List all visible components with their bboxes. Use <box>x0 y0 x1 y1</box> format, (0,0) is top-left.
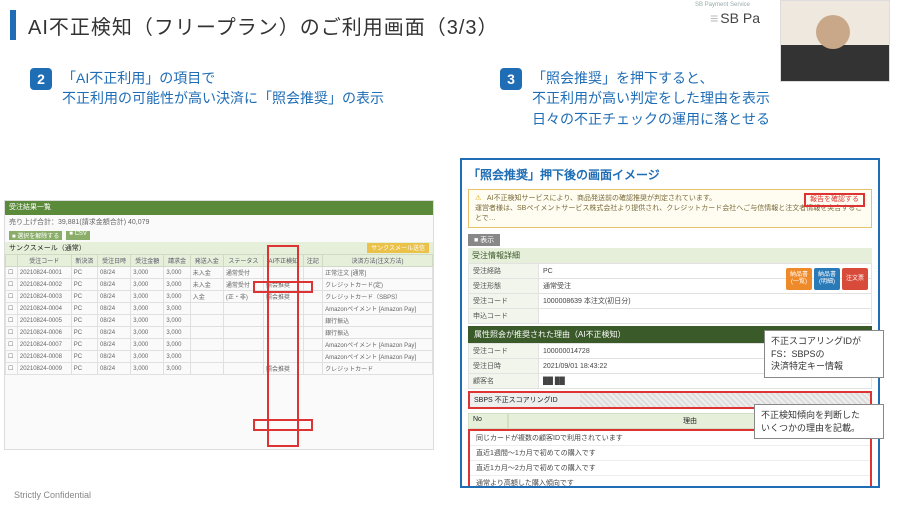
callout2-l2: いくつかの理由を記載。 <box>761 422 877 435</box>
table-row[interactable]: ☐20210824-0006PC08/243,0003,000銀行振込 <box>6 327 433 339</box>
step-3-text: 「照会推奨」を押下すると、 不正利用が高い判定をした理由を表示 日々の不正チェッ… <box>532 68 770 129</box>
order-list-title: 受注結果一覧 <box>5 201 433 215</box>
step-2-text: 「AI不正利用」の項目で 不正利用の可能性が高い決済に「照会推奨」の表示 <box>62 68 384 109</box>
col-note: 注記 <box>303 255 322 267</box>
title-row: AI不正検知（フリープラン）のご利用画面（3/3） <box>0 0 900 44</box>
reason-item: 直近1カ月～2カ月で初めての購入です <box>470 461 870 476</box>
display-tab[interactable]: ■ 表示 <box>468 234 500 246</box>
order-list-buttons: ■ 選択を解除する ■ CSV <box>5 229 433 242</box>
kv-route-key: 受注経路 <box>469 264 539 279</box>
step-2-line1: 「AI不正利用」の項目で <box>62 68 384 88</box>
brand-small: SB Payment Service <box>695 2 750 8</box>
chip-packing-detail[interactable]: 納品書 (明細) <box>814 268 840 290</box>
fkv-code-key: 受注コード <box>469 344 539 359</box>
warning-action-button[interactable]: 報告を確認する <box>804 193 865 207</box>
scoring-id-label: SBPS 不正スコアリングID <box>470 393 580 407</box>
col-amount: 受注金額 <box>131 255 164 267</box>
order-table: 受注コード 新決済 受注日時 受注金額 請求金 発送入金 ステータス AI不正検… <box>5 254 433 375</box>
kv-type-key: 受注形態 <box>469 279 539 294</box>
callout1-l2: FS：SBPSの <box>771 348 877 361</box>
step-2-badge: 2 <box>30 68 52 90</box>
col-code: 受注コード <box>17 255 71 267</box>
thanks-mail-send-button[interactable]: サンクスメール送信 <box>367 243 429 253</box>
steps-row: 2 「AI不正利用」の項目で 不正利用の可能性が高い決済に「照会推奨」の表示 3… <box>0 44 900 137</box>
table-row[interactable]: ☐20210824-0001PC08/243,0003,000未入金通常受付正常… <box>6 267 433 279</box>
callout-reasons: 不正検知傾向を判断した いくつかの理由を記載。 <box>754 404 884 439</box>
reason-item: 直近1週間～1カ月で初めての購入です <box>470 446 870 461</box>
highlight-ai-cell-top <box>253 281 313 293</box>
col-pay: 新決済 <box>71 255 97 267</box>
step-2: 2 「AI不正利用」の項目で 不正利用の可能性が高い決済に「照会推奨」の表示 <box>30 68 460 109</box>
chip-order-slip[interactable]: 注文票 <box>842 268 868 290</box>
col-ship: 発送入金 <box>190 255 223 267</box>
step-3-line1: 「照会推奨」を押下すると、 <box>532 68 770 88</box>
kv-code-val: 1000008639 本注文(初日分) <box>539 294 872 309</box>
warning-line1: AI不正検知サービスにより、商品発送前の確認推奨が判定されています。 <box>487 195 716 202</box>
col-bill: 請求金 <box>164 255 190 267</box>
col-status: ステータス <box>223 255 263 267</box>
thanks-mail-label: サンクスメール（通常） <box>9 243 86 253</box>
page-title: AI不正検知（フリープラン）のご利用画面（3/3） <box>28 11 499 40</box>
col-check <box>6 255 18 267</box>
kv-code-key: 受注コード <box>469 294 539 309</box>
col-method: 決済方法(注文方法) <box>323 255 433 267</box>
step-3-line2: 不正利用が高い判定をした理由を表示 <box>532 88 770 108</box>
clear-selection-button[interactable]: ■ 選択を解除する <box>9 231 62 240</box>
callout2-l1: 不正検知傾向を判断した <box>761 409 877 422</box>
order-table-header: 受注コード 新決済 受注日時 受注金額 請求金 発送入金 ステータス AI不正検… <box>6 255 433 267</box>
fkv-name-key: 顧客名 <box>469 374 539 389</box>
kv-apply-key: 申込コード <box>469 309 539 324</box>
table-row[interactable]: ☐20210824-0009PC08/243,0003,000照会推奨クレジット… <box>6 363 433 375</box>
warning-icon: ⚠ <box>475 195 481 202</box>
order-list-summary: 売り上げ合計：39,881(請求金額合計) 40,079 <box>5 215 433 229</box>
doc-chips: 納品書 (一覧) 納品書 (明細) 注文票 <box>786 268 868 290</box>
title-accent <box>10 10 16 40</box>
fraud-warning-banner: ⚠ AI不正検知サービスにより、商品発送前の確認推奨が判定されています。 報告を… <box>468 189 872 228</box>
table-row[interactable]: ☐20210824-0003PC08/243,0003,000入金(正・非)照会… <box>6 291 433 303</box>
step-3-badge: 3 <box>500 68 522 90</box>
step-3-line3: 日々の不正チェックの運用に落とせる <box>532 109 770 129</box>
table-row[interactable]: ☐20210824-0002PC08/243,0003,000未入金通常受付照会… <box>6 279 433 291</box>
callout1-l3: 決済特定キー情報 <box>771 360 877 373</box>
presenter-video-thumbnail <box>780 0 890 82</box>
fkv-date-key: 受注日時 <box>469 359 539 374</box>
csv-button[interactable]: ■ CSV <box>66 231 90 240</box>
step-2-line2: 不正利用の可能性が高い決済に「照会推奨」の表示 <box>62 88 384 108</box>
highlight-ai-column <box>267 245 299 447</box>
thanks-mail-strip: サンクスメール（通常） サンクスメール送信 <box>5 242 433 254</box>
brand: ≡SB Pa <box>710 10 760 26</box>
callout-scoring-id: 不正スコアリングIDが FS：SBPSの 決済特定キー情報 <box>764 330 884 378</box>
brand-text: SB Pa <box>720 10 760 26</box>
table-row[interactable]: ☐20210824-0007PC08/243,0003,000Amazonペイメ… <box>6 339 433 351</box>
table-row[interactable]: ☐20210824-0008PC08/243,0003,000Amazonペイメ… <box>6 351 433 363</box>
table-row[interactable]: ☐20210824-0005PC08/243,0003,000銀行振込 <box>6 315 433 327</box>
table-row[interactable]: ☐20210824-0004PC08/243,0003,000Amazonペイメ… <box>6 303 433 315</box>
detail-title: 「照会推奨」押下後の画面イメージ <box>468 166 872 183</box>
order-list-screenshot: 受注結果一覧 売り上げ合計：39,881(請求金額合計) 40,079 ■ 選択… <box>4 200 434 450</box>
reason-col-no: No <box>468 413 508 429</box>
callout1-l1: 不正スコアリングIDが <box>771 335 877 348</box>
warning-line2: 運営者様は、SBペイメントサービス株式会社より提供され、クレジットカード会社へご… <box>475 205 862 222</box>
reason-item: 通常より高額した購入傾向です <box>470 476 870 488</box>
footer-confidential: Strictly Confidential <box>14 490 91 500</box>
highlight-ai-cell-bottom <box>253 419 313 431</box>
order-detail-section-header: 受注情報詳細 <box>468 248 872 263</box>
kv-apply-val <box>539 309 872 324</box>
chip-packing-list[interactable]: 納品書 (一覧) <box>786 268 812 290</box>
col-date: 受注日時 <box>98 255 131 267</box>
